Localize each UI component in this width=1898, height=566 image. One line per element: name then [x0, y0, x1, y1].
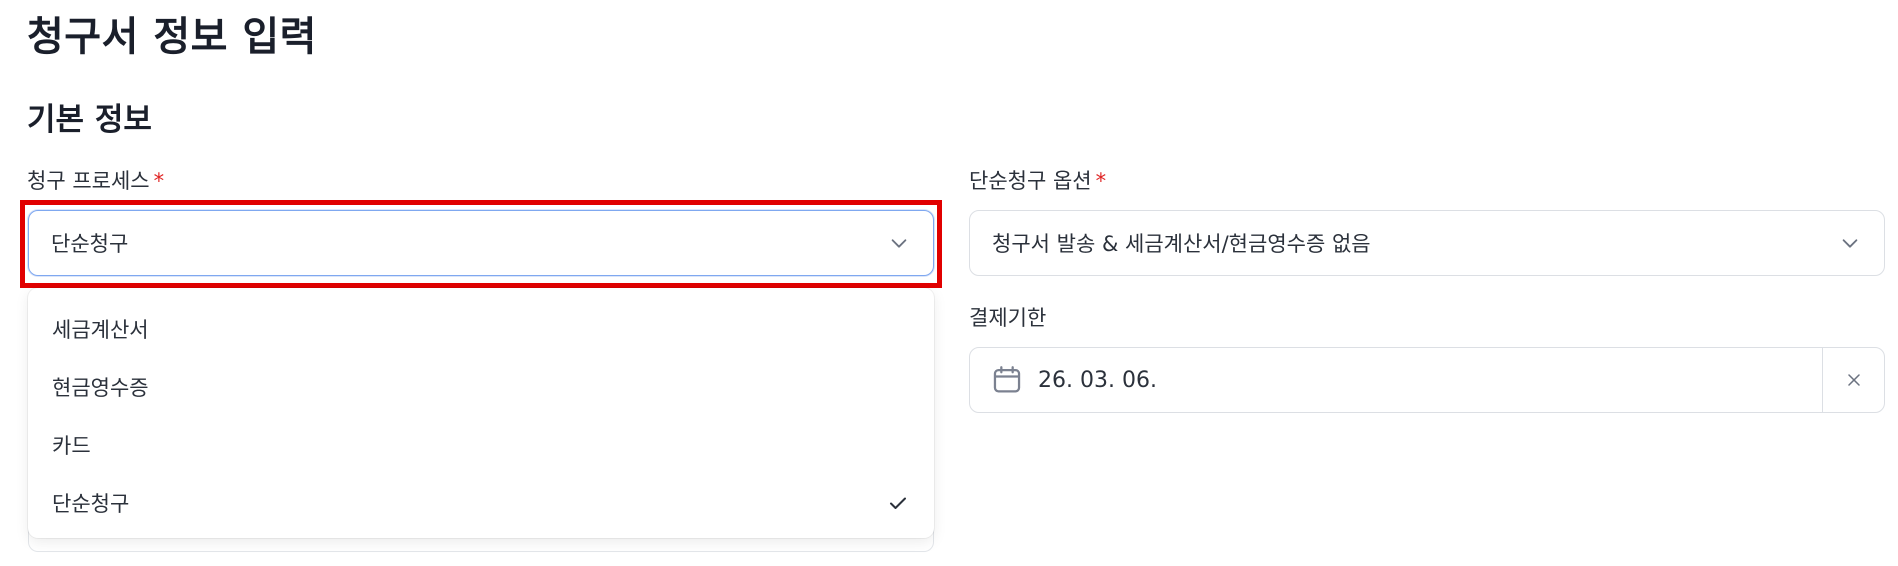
page-title: 청구서 정보 입력	[27, 14, 317, 60]
billing-process-dropdown: 세금계산서 현금영수증 카드 단순청구	[28, 288, 934, 538]
simple-billing-option-label-text: 단순청구 옵션	[969, 169, 1092, 193]
chevron-down-icon	[887, 231, 911, 255]
option-cash-receipt[interactable]: 현금영수증	[28, 358, 934, 416]
billing-process-label: 청구 프로세스 *	[27, 165, 164, 195]
chevron-down-icon	[1838, 231, 1862, 255]
option-label: 단순청구	[52, 492, 130, 516]
option-tax-invoice[interactable]: 세금계산서	[28, 300, 934, 358]
option-card[interactable]: 카드	[28, 416, 934, 474]
required-mark: *	[1095, 169, 1107, 193]
close-icon	[1847, 374, 1860, 386]
section-title: 기본 정보	[27, 102, 152, 138]
required-mark: *	[153, 169, 165, 193]
option-label: 카드	[52, 434, 91, 458]
option-label: 세금계산서	[52, 318, 149, 342]
due-date-label: 결제기한	[969, 306, 1047, 330]
simple-billing-option-select[interactable]: 청구서 발송 & 세금계산서/현금영수증 없음	[969, 210, 1885, 276]
simple-billing-option-value: 청구서 발송 & 세금계산서/현금영수증 없음	[992, 232, 1371, 256]
billing-process-label-text: 청구 프로세스	[27, 169, 150, 193]
billing-process-value: 단순청구	[51, 232, 129, 256]
simple-billing-option-label: 단순청구 옵션 *	[969, 165, 1106, 195]
option-simple-billing[interactable]: 단순청구	[28, 474, 934, 532]
option-label: 현금영수증	[52, 376, 149, 400]
billing-process-select[interactable]: 단순청구	[28, 210, 934, 276]
calendar-icon	[990, 363, 1024, 397]
due-date-value: 26. 03. 06.	[1038, 367, 1157, 393]
clear-date-button[interactable]	[1822, 348, 1884, 412]
check-icon	[886, 491, 910, 515]
due-date-picker[interactable]: 26. 03. 06.	[969, 347, 1885, 413]
